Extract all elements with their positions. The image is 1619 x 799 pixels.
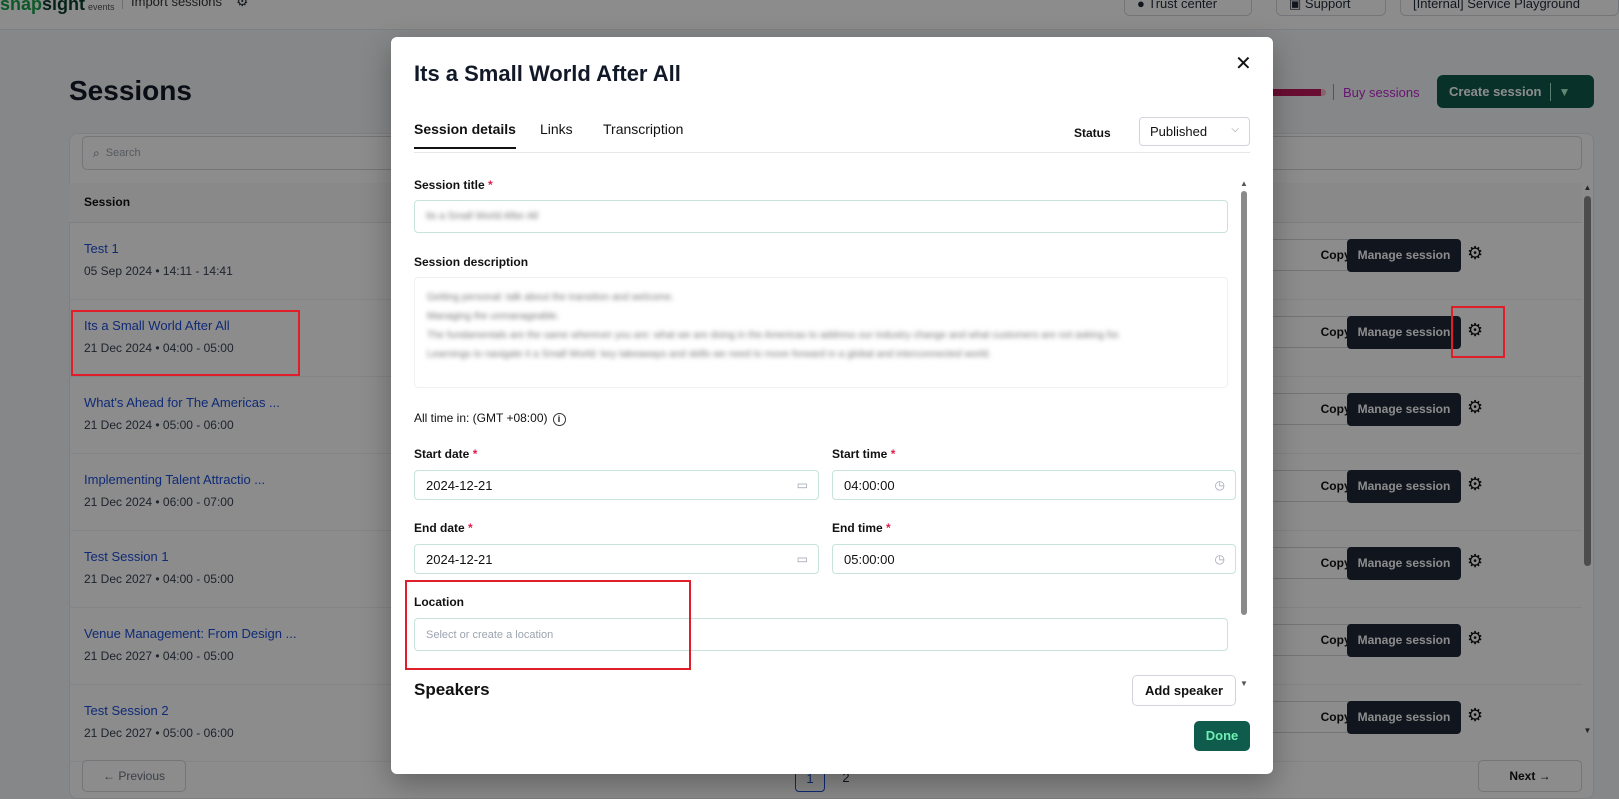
session-description-textarea[interactable]: Getting personal: talk about the transit… (414, 277, 1228, 388)
scroll-thumb[interactable] (1241, 191, 1247, 615)
calendar-icon[interactable]: ▭ (797, 478, 808, 492)
clock-icon[interactable]: ◷ (1215, 552, 1225, 566)
status-select[interactable]: Published ⌵ (1139, 117, 1250, 146)
start-date-input[interactable]: 2024-12-21 ▭ (414, 470, 819, 500)
clock-icon[interactable]: ◷ (1215, 478, 1225, 492)
highlight-session-row (71, 310, 300, 376)
start-date-label: Start date * (414, 447, 478, 461)
speakers-heading: Speakers (414, 680, 490, 699)
timezone-text: All time in: (GMT +08:00) i (414, 411, 566, 426)
start-time-input[interactable]: 04:00:00 ◷ (832, 470, 1236, 500)
end-time-label: End time * (832, 521, 891, 535)
end-date-label: End date * (414, 521, 473, 535)
add-speaker-button[interactable]: Add speaker (1132, 675, 1236, 706)
start-time-label: Start time * (832, 447, 896, 461)
session-description-label: Session description (414, 255, 529, 269)
session-title-label: Session title * (414, 178, 493, 192)
scroll-down-icon[interactable]: ▼ (1239, 679, 1249, 688)
info-icon[interactable]: i (552, 413, 566, 426)
calendar-icon[interactable]: ▭ (797, 552, 808, 566)
modal-scrollbar[interactable]: ▲ ▼ (1239, 179, 1249, 696)
close-icon[interactable]: ✕ (1235, 51, 1252, 76)
scroll-up-icon[interactable]: ▲ (1239, 179, 1249, 188)
status-label: Status (1074, 126, 1111, 140)
highlight-gear (1451, 306, 1505, 358)
session-title-input[interactable]: Its a Small World After All (414, 200, 1228, 233)
modal-tabs: Session details Links Transcription (414, 115, 1250, 153)
highlight-location (405, 580, 691, 670)
modal-title: Its a Small World After All (414, 61, 681, 86)
end-date-input[interactable]: 2024-12-21 ▭ (414, 544, 819, 574)
chevron-down-icon: ⌵ (1231, 124, 1239, 135)
tab-transcription[interactable]: Transcription (603, 121, 683, 147)
end-time-input[interactable]: 05:00:00 ◷ (832, 544, 1236, 574)
tab-links[interactable]: Links (540, 121, 573, 147)
tab-session-details[interactable]: Session details (414, 121, 516, 149)
done-button[interactable]: Done (1194, 721, 1250, 751)
